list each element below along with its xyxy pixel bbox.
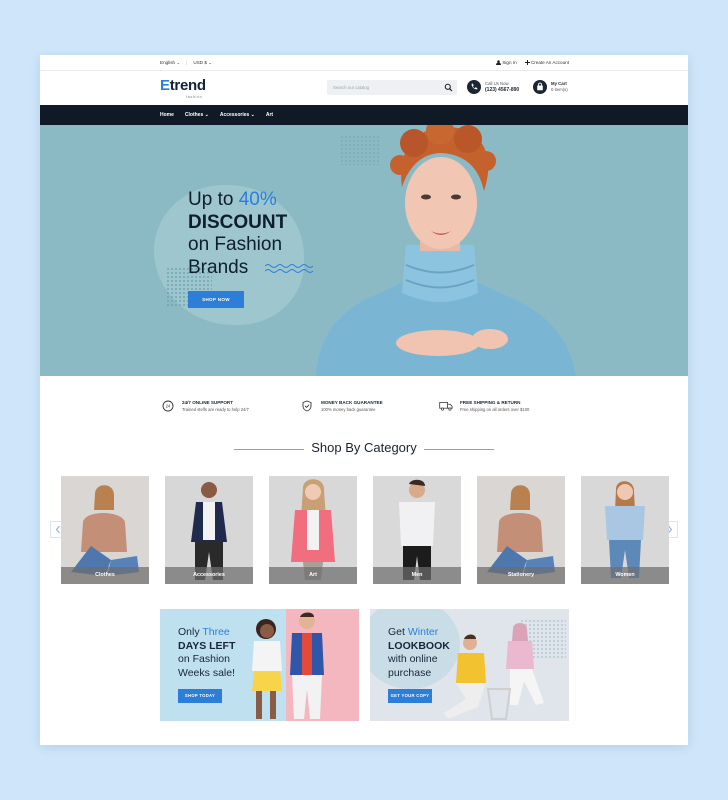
category-label: Clothes — [61, 567, 149, 584]
plus-icon — [524, 60, 530, 65]
promo-on-fashion: on Fashion — [178, 653, 230, 666]
language-selector[interactable]: English ⌄ — [160, 60, 180, 66]
category-card-men[interactable]: Men — [373, 476, 461, 584]
user-icon — [496, 60, 502, 65]
features-strip: 24 24/7 ONLINE SUPPORT Trained stelfs ar… — [40, 399, 688, 423]
logo-subtitle: fashion — [186, 94, 203, 99]
cart-count: 0 item(s) — [551, 87, 568, 92]
promo-lookbook-text: Get Winter LOOKBOOK with online purchase — [388, 626, 450, 680]
promo-winter: Winter — [407, 626, 439, 638]
create-account-link[interactable]: Create An Account — [524, 60, 569, 65]
promo-banner-lookbook[interactable]: Get Winter LOOKBOOK with online purchase… — [370, 609, 569, 721]
page: English ⌄ | USD $ ⌄ Sign In Create An Ac… — [40, 55, 688, 745]
nav-item-clothes[interactable]: Clothes ⌄ — [185, 112, 209, 118]
promo-three: Three — [202, 626, 230, 638]
promo-only: Only — [178, 626, 200, 638]
promo-sale-text: Only Three DAYS LEFT on Fashion Weeks sa… — [178, 626, 235, 680]
promo-banner-sale[interactable]: Only Three DAYS LEFT on Fashion Weeks sa… — [160, 609, 359, 721]
wave-decoration — [265, 264, 313, 273]
shield-check-icon — [302, 400, 312, 412]
nav-item-accessories[interactable]: Accessories ⌄ — [220, 112, 255, 118]
category-label: Accessories — [165, 567, 253, 584]
category-card-women[interactable]: Women — [581, 476, 669, 584]
logo-text: trend — [169, 77, 206, 94]
cart-label: My Cart — [551, 81, 567, 86]
top-bar: English ⌄ | USD $ ⌄ Sign In Create An Ac… — [40, 55, 688, 71]
hero-line3: on Fashion — [188, 234, 283, 255]
promo-get: Get — [388, 626, 405, 638]
feature-title: MONEY BACK GUARANTEE — [321, 400, 383, 405]
truck-icon — [439, 402, 453, 411]
category-card-stationery[interactable]: Stationery — [477, 476, 565, 584]
currency-selector[interactable]: USD $ ⌄ — [193, 60, 212, 66]
promo-lookbook-image — [444, 623, 544, 720]
divider — [424, 449, 494, 450]
main-nav: Home Clothes ⌄ Accessories ⌄ Art — [40, 105, 688, 125]
promo-purchase: purchase — [388, 666, 432, 679]
sign-in-link[interactable]: Sign In — [496, 60, 517, 65]
category-label: Women — [581, 567, 669, 584]
cart-icon — [533, 80, 547, 94]
feature-desc: Trained stelfs are ready to help 24/7 — [182, 407, 249, 412]
hero-banner: Up to 40% DISCOUNT on Fashion Brands SHO… — [40, 125, 688, 376]
logo[interactable]: Etrend fashion — [160, 77, 206, 99]
feature-title: FREE SHIPPING & RETURN — [460, 400, 521, 405]
hero-model-image — [316, 125, 576, 376]
logo-initial: E — [160, 77, 170, 94]
promo-with-online: with online — [388, 653, 438, 666]
sign-in-label: Sign In — [502, 60, 517, 65]
promo-couple-image — [252, 612, 324, 719]
shop-today-button[interactable]: SHOP TODAY — [178, 689, 222, 703]
header: Etrend fashion Search our catalog Call U… — [40, 71, 688, 105]
create-account-label: Create An Account — [530, 60, 569, 65]
promo-days-left: DAYS LEFT — [178, 639, 236, 652]
support-24-icon: 24 — [162, 400, 174, 412]
category-title: Shop By Category — [311, 440, 417, 455]
shop-now-button[interactable]: SHOP NOW — [188, 291, 244, 308]
promo-weeks-sale: Weeks sale! — [178, 666, 235, 679]
feature-desc: Free shipping on all orders over $100 — [460, 407, 530, 412]
phone-icon — [467, 80, 481, 94]
hero-discount-percent: 40% — [238, 189, 277, 210]
call-label: Call Us Now — [485, 81, 509, 86]
get-your-copy-button[interactable]: GET YOUR COPY — [388, 689, 432, 703]
nav-item-art[interactable]: Art — [266, 112, 273, 118]
feature-title: 24/7 ONLINE SUPPORT — [182, 400, 234, 405]
hero-line1-prefix: Up to — [188, 189, 234, 210]
search-icon[interactable] — [444, 83, 453, 92]
category-card-accessories[interactable]: Accessories — [165, 476, 253, 584]
divider: | — [186, 60, 188, 65]
category-card-art[interactable]: Art — [269, 476, 357, 584]
svg-text:24: 24 — [166, 404, 171, 409]
category-card-clothes[interactable]: Clothes — [61, 476, 149, 584]
promo-lookbook: LOOKBOOK — [388, 639, 450, 652]
feature-desc: 100% money back guarantee — [321, 407, 376, 412]
search-input[interactable]: Search our catalog — [327, 80, 457, 95]
nav-item-home[interactable]: Home — [160, 112, 174, 118]
search-placeholder: Search our catalog — [333, 85, 370, 90]
category-label: Stationery — [477, 567, 565, 584]
call-number: (123) 4567-890 — [485, 87, 520, 93]
category-label: Art — [269, 567, 357, 584]
category-label: Men — [373, 567, 461, 584]
hero-line2: DISCOUNT — [188, 211, 288, 233]
